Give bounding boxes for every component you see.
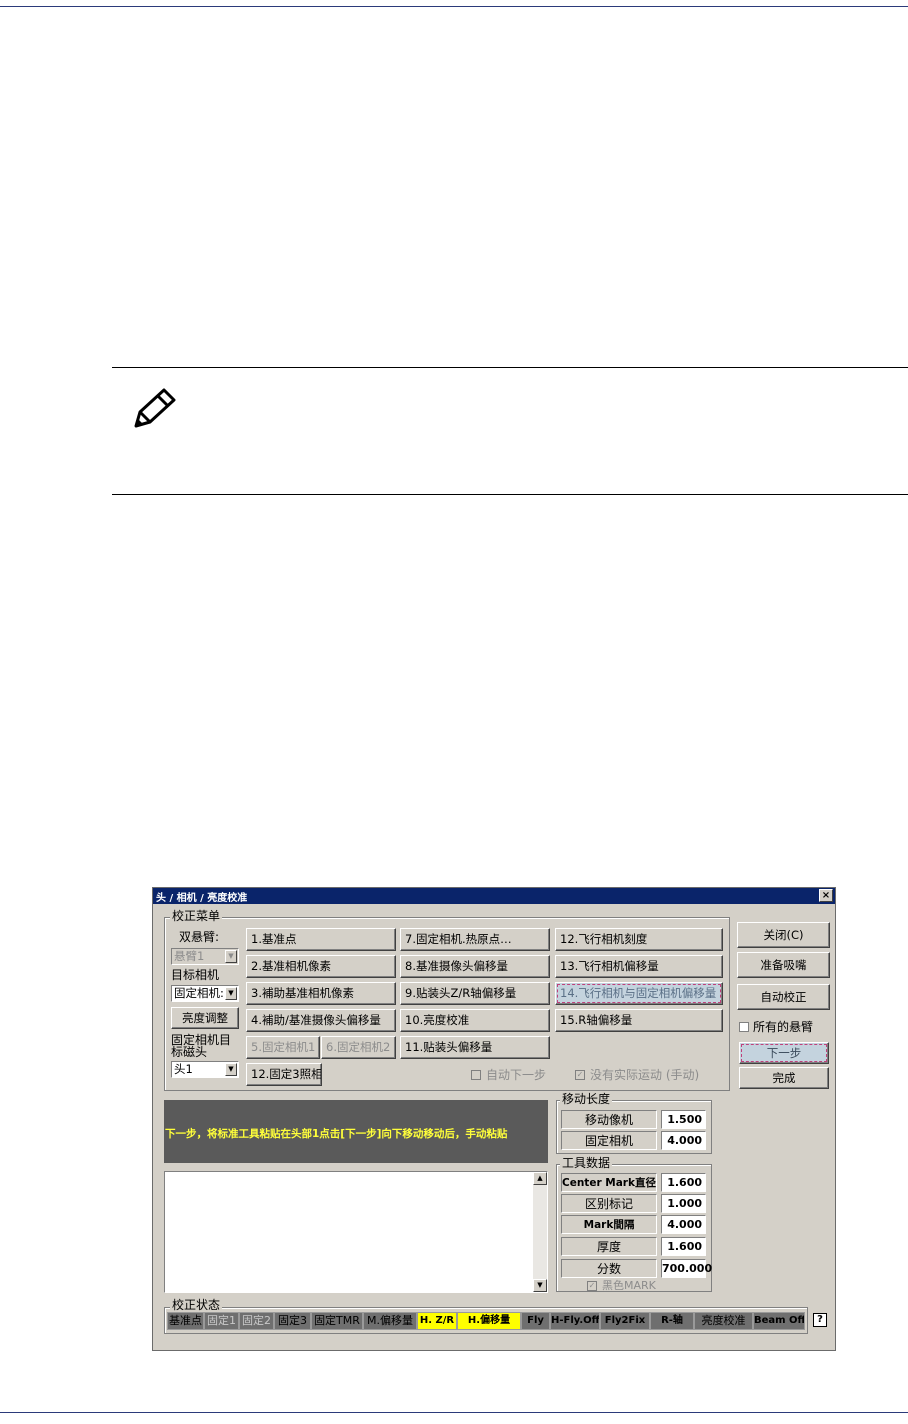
camera-select[interactable]: 固定相机: ▼ [171, 985, 239, 1002]
calib-menu-label: 校正菜单 [170, 909, 223, 923]
pencil-note-icon [134, 388, 176, 428]
status-label: 校正状态 [170, 1298, 223, 1312]
log-textarea[interactable]: ▲ ▼ [164, 1171, 548, 1293]
next-button[interactable]: 下一步 [739, 1042, 829, 1064]
center-mark-label: Center Mark直径 [561, 1173, 657, 1192]
dialog-title-bar: 头 / 相机 / 亮度校准 × [153, 888, 835, 904]
status-item-fix1: 固定1 [204, 1312, 239, 1330]
dialog-title: 头 / 相机 / 亮度校准 [156, 893, 248, 904]
calibration-dialog: 头 / 相机 / 亮度校准 × 校正菜单 双悬臂: 悬臂1 ▼ 目标相机 固定相… [152, 887, 836, 1351]
status-item-m-offset: M.偏移量 [363, 1312, 417, 1330]
calib-btn-15[interactable]: 15.R轴偏移量 [555, 1009, 723, 1032]
all-arms-label: 所有的悬臂 [753, 1020, 814, 1034]
dual-arm-label: 双悬臂: [179, 930, 220, 944]
status-item-fix2: 固定2 [239, 1312, 274, 1330]
calib-btn-14[interactable]: 14.飞行相机与固定相机偏移量 [555, 982, 723, 1005]
center-mark-input[interactable]: 1.600 [661, 1173, 706, 1192]
calib-btn-11[interactable]: 11.贴装头偏移量 [400, 1036, 550, 1059]
help-icon[interactable]: ? [813, 1313, 827, 1327]
chevron-down-icon[interactable]: ▼ [225, 1063, 237, 1076]
chevron-down-icon[interactable]: ▼ [225, 987, 237, 1000]
status-item-fly2fix: Fly2Fix [600, 1312, 650, 1330]
arm-select: 悬臂1 ▼ [171, 948, 239, 965]
status-item-r-axis: R-轴 [650, 1312, 694, 1330]
calib-btn-12-fixed3[interactable]: 12.固定3照相 [246, 1063, 322, 1086]
chevron-down-icon: ▼ [225, 950, 237, 963]
status-item-fix3: 固定3 [274, 1312, 311, 1330]
tool-data-label: 工具数据 [560, 1156, 613, 1170]
status-item-brightness: 亮度校准 [694, 1312, 753, 1330]
calib-btn-4[interactable]: 4.補助/基准摄像头偏移量 [246, 1009, 396, 1032]
note-bottom-rule [112, 494, 908, 495]
mark-gap-label: Mark間隔 [561, 1215, 657, 1234]
instruction-message: 下一步，将标准工具粘贴在头部1点击[下一步]向下移动移动后，手动粘贴 [164, 1100, 548, 1163]
calib-btn-6: 6.固定相机2 [321, 1036, 396, 1059]
calib-btn-8[interactable]: 8.基准摄像头偏移量 [400, 955, 550, 978]
no-motion-checkbox: ✓ [575, 1070, 585, 1080]
camera-select-value: 固定相机: [174, 986, 224, 1000]
move-length-label: 移动长度 [560, 1092, 613, 1106]
diff-mark-input[interactable]: 1.000 [661, 1194, 706, 1213]
auto-next-checkbox [471, 1070, 481, 1080]
calib-btn-2[interactable]: 2.基准相机像素 [246, 955, 396, 978]
instruction-message-text: 下一步，将标准工具粘贴在头部1点击[下一步]向下移动移动后，手动粘贴 [165, 1128, 508, 1140]
status-item-h-fly-off: H-Fly.Off [550, 1312, 600, 1330]
status-item-fix-tmr: 固定TMR [311, 1312, 363, 1330]
fixed-cam-head-label-2: 标磁头 [171, 1045, 208, 1059]
prepare-nozzle-button[interactable]: 准备吸嘴 [737, 952, 830, 978]
auto-calib-button[interactable]: 自动校正 [737, 984, 830, 1010]
thickness-input[interactable]: 1.600 [661, 1237, 706, 1256]
move-camera-input[interactable]: 1.500 [661, 1110, 706, 1129]
black-mark-label: 黑色MARK [602, 1279, 656, 1292]
status-item-fly: Fly [521, 1312, 550, 1330]
fixed-camera-input[interactable]: 4.000 [661, 1131, 706, 1150]
page-top-rule [0, 6, 908, 7]
calib-btn-13[interactable]: 13.飞行相机偏移量 [555, 955, 723, 978]
thickness-label: 厚度 [561, 1237, 657, 1256]
move-camera-label: 移动像机 [561, 1110, 657, 1129]
log-scrollbar[interactable]: ▲ ▼ [533, 1172, 547, 1292]
status-item-h-zr: H. Z/R [417, 1312, 457, 1330]
arm-select-value: 悬臂1 [174, 949, 205, 963]
calib-btn-1[interactable]: 1.基准点 [246, 928, 396, 951]
head-select-value: 头1 [174, 1062, 193, 1076]
calib-btn-12[interactable]: 12.飞行相机刻度 [555, 928, 723, 951]
close-x-button[interactable]: × [819, 889, 833, 902]
note-top-rule [112, 367, 908, 368]
fixed-camera-label: 固定相机 [561, 1131, 657, 1150]
status-item-h-offset: H.偏移量 [457, 1312, 521, 1330]
calib-btn-5: 5.固定相机1 [246, 1036, 320, 1059]
diff-mark-label: 区别标记 [561, 1194, 657, 1213]
scroll-down-icon[interactable]: ▼ [533, 1279, 547, 1292]
finish-button[interactable]: 完成 [739, 1067, 829, 1089]
status-item-beam-off: Beam Off [753, 1312, 805, 1330]
close-button[interactable]: 关闭(C) [737, 922, 830, 948]
all-arms-checkbox[interactable] [739, 1022, 749, 1032]
no-motion-label: 没有实际运动 (手动) [590, 1068, 700, 1082]
status-item-base: 基准点 [167, 1312, 204, 1330]
score-label: 分数 [561, 1259, 657, 1278]
head-select[interactable]: 头1 ▼ [171, 1061, 239, 1078]
target-camera-label: 目标相机 [171, 968, 220, 982]
mark-gap-input[interactable]: 4.000 [661, 1215, 706, 1234]
scroll-up-icon[interactable]: ▲ [533, 1172, 547, 1185]
page-bottom-rule [0, 1412, 908, 1413]
calib-btn-9[interactable]: 9.贴装头Z/R轴偏移量 [400, 982, 550, 1005]
auto-next-label: 自动下一步 [486, 1068, 547, 1082]
score-input[interactable]: 700.000 [661, 1259, 712, 1278]
brightness-adjust-button[interactable]: 亮度调整 [171, 1007, 239, 1029]
calib-btn-7[interactable]: 7.固定相机.热原点… [400, 928, 550, 951]
calib-btn-10[interactable]: 10.亮度校准 [400, 1009, 550, 1032]
calib-btn-3[interactable]: 3.補助基准相机像素 [246, 982, 396, 1005]
black-mark-checkbox: ✓ [587, 1281, 597, 1291]
